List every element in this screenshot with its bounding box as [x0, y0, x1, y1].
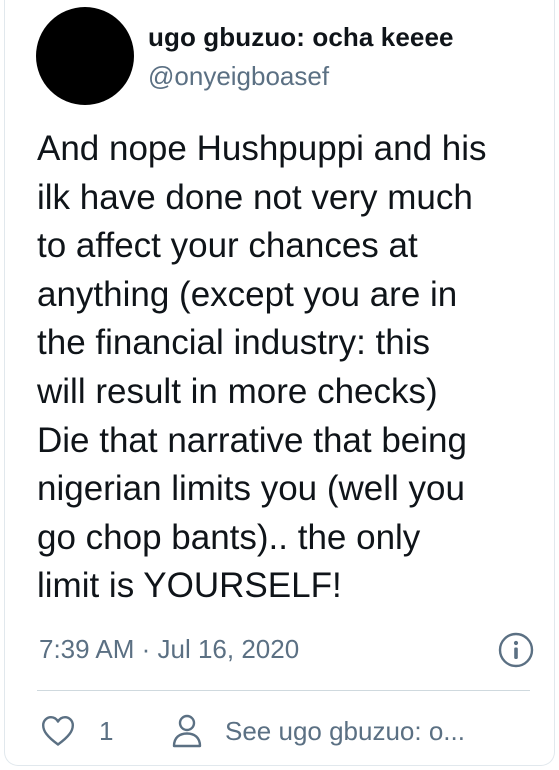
see-profile-label: See ugo gbuzuo: o...	[225, 716, 465, 746]
tweet-text-line: will result in more checks)	[37, 371, 438, 411]
tweet-text-line: go chop bants).. the only	[37, 517, 421, 557]
tweet-text-line: limit is YOURSELF!	[37, 566, 342, 606]
tweet-actions: 1 See ugo gbuzuo: o...	[37, 712, 537, 752]
avatar[interactable]	[36, 7, 134, 105]
see-profile-link[interactable]: See ugo gbuzuo: o...	[171, 712, 531, 752]
tweet-text-line: And nope Hushpuppi and his	[37, 129, 487, 168]
author-handle[interactable]: @onyeigboasef	[148, 61, 329, 92]
divider	[37, 690, 530, 691]
author-display-name[interactable]: ugo gbuzuo: ocha keeee	[148, 22, 454, 53]
tweet-card: ugo gbuzuo: ocha keeee @onyeigboasef And…	[4, 0, 555, 766]
info-icon[interactable]	[498, 632, 534, 668]
tweet-timestamp[interactable]: 7:39 AM · Jul 16, 2020	[39, 634, 299, 665]
heart-icon	[41, 715, 75, 747]
tweet-text-line: anything (except you are in	[37, 274, 458, 314]
tweet-text-line: nigerian limits you (well you	[37, 469, 465, 509]
like-count: 1	[99, 716, 114, 746]
tweet-text-line: Die that narrative that being	[37, 420, 467, 460]
tweet-text-line: ilk have done not very much	[37, 177, 473, 217]
tweet-text-line: to affect your chances at	[37, 226, 418, 266]
tweet-text-line: the financial industry: this	[37, 323, 430, 363]
person-icon	[171, 714, 203, 748]
tweet-text: And nope Hushpuppi and his ilk have done…	[37, 125, 537, 611]
